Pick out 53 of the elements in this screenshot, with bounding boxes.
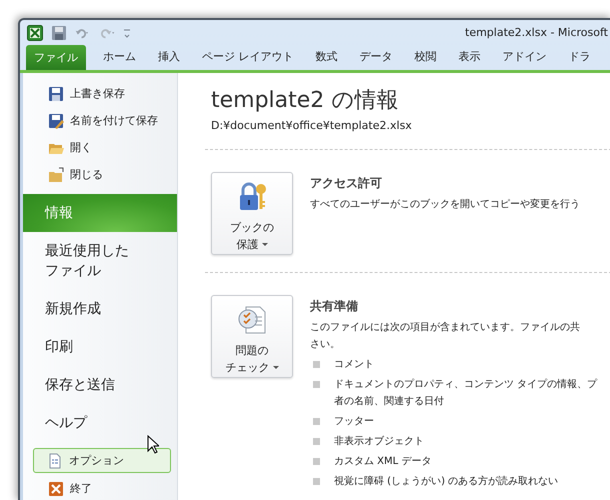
backstage-tab[interactable]: 最近使用したファイル [23,232,177,290]
ribbon-tab[interactable]: 表示 [458,49,480,70]
backstage-tab[interactable]: 新規作成 [23,290,177,328]
list-item: フッター [334,415,374,429]
ribbon-tab[interactable]: ホーム [103,49,136,70]
caret-icon [272,366,278,370]
bullet-icon [313,438,320,445]
ribbon-tab[interactable]: 校閲 [414,49,436,70]
menu-command[interactable]: オプション [33,448,171,473]
file-path: D:¥document¥office¥template2.xlsx [211,119,413,132]
checklist-icon [236,304,268,336]
bullet-icon [313,418,320,425]
backstage-tab[interactable]: 印刷 [23,328,177,366]
menu-command[interactable]: 終了 [23,476,177,500]
section-title: 共有準備 [310,298,359,315]
feature-button[interactable]: ブックの 保護 [211,172,293,255]
ribbon-tab[interactable]: 数式 [316,49,338,70]
list-item: 視覚に障碍 (しょうがい) のある方が読み取れない [334,474,558,489]
bullet-icon [313,361,320,368]
spreadsheet-logo-icon[interactable] [27,24,43,40]
list-item: 非表示オブジェクト [334,434,424,449]
window-title: template2.xlsx - Microsoft [465,26,609,39]
save-icon[interactable] [51,24,67,40]
folder-icon [48,166,64,182]
bullet-icon [313,458,320,465]
bullet-icon [313,478,320,485]
section-title: アクセス許可 [310,175,383,192]
feature-button[interactable]: 問題の チェック [211,295,293,378]
ribbon-tab[interactable]: ドラ [568,49,590,70]
menu-command[interactable]: 開く [23,135,177,160]
ribbon-tab[interactable]: データ [360,49,392,70]
caret-icon [262,242,268,246]
save-as-icon [48,112,64,128]
list-item: ドキュメントのプロパティ、コンテンツ タイプの情報、プ 者の名前、関連する日付 [334,378,598,409]
section-description: このファイルには次の項目が含まれています。ファイルの共 さい。 [310,320,581,352]
backstage-tab[interactable]: ヘルプ [23,404,177,442]
ribbon-tab[interactable]: 挿入 [158,49,180,70]
page-title: template2 の情報 [211,87,400,115]
ribbon-tab[interactable]: ページ レイアウト [202,49,294,70]
ribbon-tab[interactable]: アドイン [502,49,546,70]
mouse-pointer-icon [147,435,159,454]
menu-command[interactable]: 閉じる [23,162,177,187]
backstage-tab[interactable]: 情報 [23,194,177,232]
bullet-icon [313,381,320,388]
ribbon-tab[interactable]: ファイル [26,45,86,70]
backstage-tab[interactable]: 保存と送信 [23,366,177,404]
menu-command[interactable]: 名前を付けて保存 [23,108,177,133]
list-item: コメント [334,358,374,372]
menu-command[interactable]: 上書き保存 [23,81,177,106]
section-description: すべてのユーザーがこのブックを開いてコピーや変更を行う [310,198,580,212]
close-icon [48,480,64,496]
list-item: カスタム XML データ [334,455,432,469]
document-icon [47,452,63,468]
